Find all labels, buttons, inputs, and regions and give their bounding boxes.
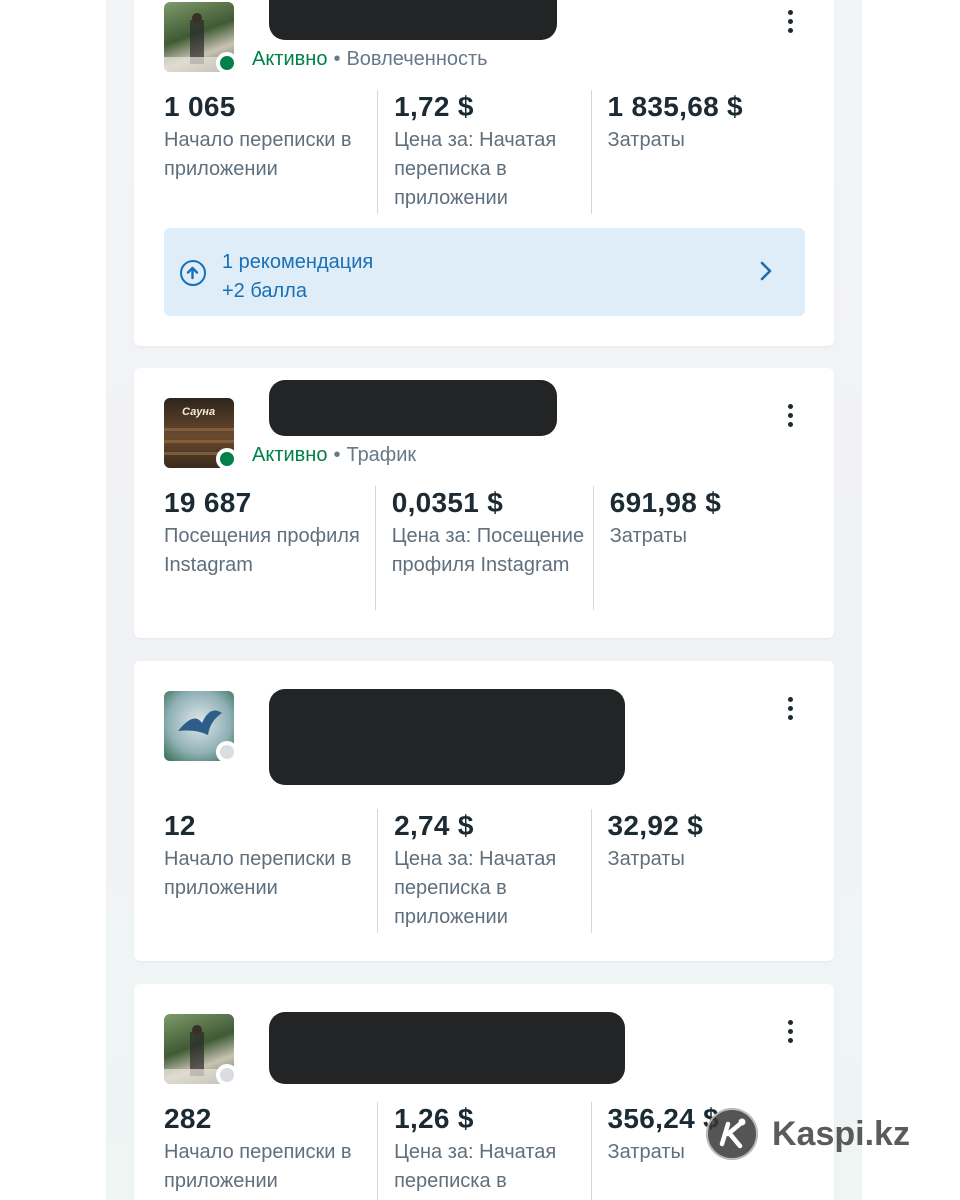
metric-value: 32,92 $ (607, 810, 704, 841)
objective-text: Вовлеченность (346, 48, 488, 70)
metric-label: Начало переписки в приложении (164, 1141, 352, 1192)
redacted-name (269, 1012, 625, 1084)
metric-value: 691,98 $ (609, 487, 722, 518)
metric-label: Затраты (607, 129, 685, 151)
arrow-up-circle-icon (180, 260, 206, 286)
metric-results: 19 687 Посещения профиля Instagram (164, 486, 375, 610)
status-text: Активно (252, 444, 328, 466)
status-dot (216, 52, 238, 74)
redacted-name (269, 0, 557, 40)
more-options-icon[interactable] (786, 404, 794, 431)
metric-results: 282 Начало переписки в приложении (164, 1102, 377, 1200)
metrics-row: 12 Начало переписки в приложении 2,74 $ … (164, 809, 804, 933)
redacted-name (269, 689, 625, 785)
metric-value: 1 835,68 $ (607, 91, 743, 122)
metric-label: Цена за: Начатая переписка в (394, 1141, 557, 1192)
metric-value: 282 (164, 1103, 212, 1134)
metric-value: 12 (164, 810, 196, 841)
metrics-row: 19 687 Посещения профиля Instagram 0,035… (164, 486, 804, 610)
metric-value: 0,0351 $ (391, 487, 504, 518)
metric-results: 12 Начало переписки в приложении (164, 809, 377, 933)
recommendation-text: 1 рекомендация +2 балла (222, 248, 373, 306)
metric-spend: 691,98 $ Затраты (592, 486, 804, 610)
metric-value: 19 687 (164, 487, 252, 518)
metric-cost-per-result: 0,0351 $ Цена за: Посещение профиля Inst… (374, 486, 593, 610)
metric-value: 1,72 $ (394, 91, 474, 122)
thumbnail-caption: Сауна (182, 406, 216, 418)
metric-label: Цена за: Начатая переписка в приложении (394, 129, 557, 209)
recommendation-points: +2 балла (222, 280, 307, 302)
recommendation-count: 1 рекомендация (222, 251, 374, 273)
metric-results: 1 065 Начало переписки в приложении (164, 90, 377, 214)
watermark-text: Kaspi.kz (772, 1114, 910, 1153)
status-dot (216, 448, 238, 470)
metric-label: Посещения профиля Instagram (164, 525, 360, 576)
ads-manager-screen: Активно • Вовлеченность 1 065 Начало переп… (106, 0, 862, 1200)
status-dot (216, 741, 238, 763)
metric-cost-per-result: 1,26 $ Цена за: Начатая переписка в (377, 1102, 590, 1200)
kaspi-logo-icon (706, 1108, 758, 1160)
metric-spend: 32,92 $ Затраты (590, 809, 804, 933)
recommendation-banner[interactable]: 1 рекомендация +2 балла (164, 228, 805, 316)
campaign-card[interactable]: Активно • Вовлеченность 1 065 Начало переп… (134, 0, 834, 346)
metric-label: Затраты (607, 848, 685, 870)
metric-label: Цена за: Начатая переписка в приложении (394, 848, 557, 928)
metric-label: Цена за: Посещение профиля Instagram (391, 525, 585, 576)
redacted-name (269, 380, 557, 436)
chevron-right-icon (759, 260, 773, 289)
metric-value: 1 065 (164, 91, 236, 122)
status-separator: • (333, 444, 341, 466)
metric-label: Затраты (609, 525, 687, 547)
more-options-icon[interactable] (786, 10, 794, 37)
status-dot (216, 1064, 238, 1086)
more-options-icon[interactable] (786, 1020, 794, 1047)
kaspi-watermark: Kaspi.kz (706, 1108, 910, 1160)
campaign-card[interactable]: 282 Начало переписки в приложении 1,26 $… (134, 984, 834, 1200)
metric-value: 1,26 $ (394, 1103, 474, 1134)
metric-cost-per-result: 1,72 $ Цена за: Начатая переписка в прил… (377, 90, 590, 214)
metric-label: Начало переписки в приложении (164, 129, 352, 180)
more-options-icon[interactable] (786, 697, 794, 724)
status-text: Активно (252, 48, 328, 70)
status-line: Активно • Вовлеченность (252, 48, 488, 71)
objective-text: Трафик (346, 444, 417, 466)
metric-spend: 1 835,68 $ Затраты (590, 90, 804, 214)
metrics-row: 1 065 Начало переписки в приложении 1,72… (164, 90, 804, 214)
status-separator: • (333, 48, 341, 70)
metric-cost-per-result: 2,74 $ Цена за: Начатая переписка в прил… (377, 809, 590, 933)
campaign-card[interactable]: 12 Начало переписки в приложении 2,74 $ … (134, 661, 834, 961)
metric-label: Начало переписки в приложении (164, 848, 352, 899)
campaign-card[interactable]: Сауна Активно • Трафик 19 687 Посещения пр… (134, 368, 834, 638)
status-line: Активно • Трафик (252, 444, 416, 467)
metric-value: 2,74 $ (394, 810, 474, 841)
